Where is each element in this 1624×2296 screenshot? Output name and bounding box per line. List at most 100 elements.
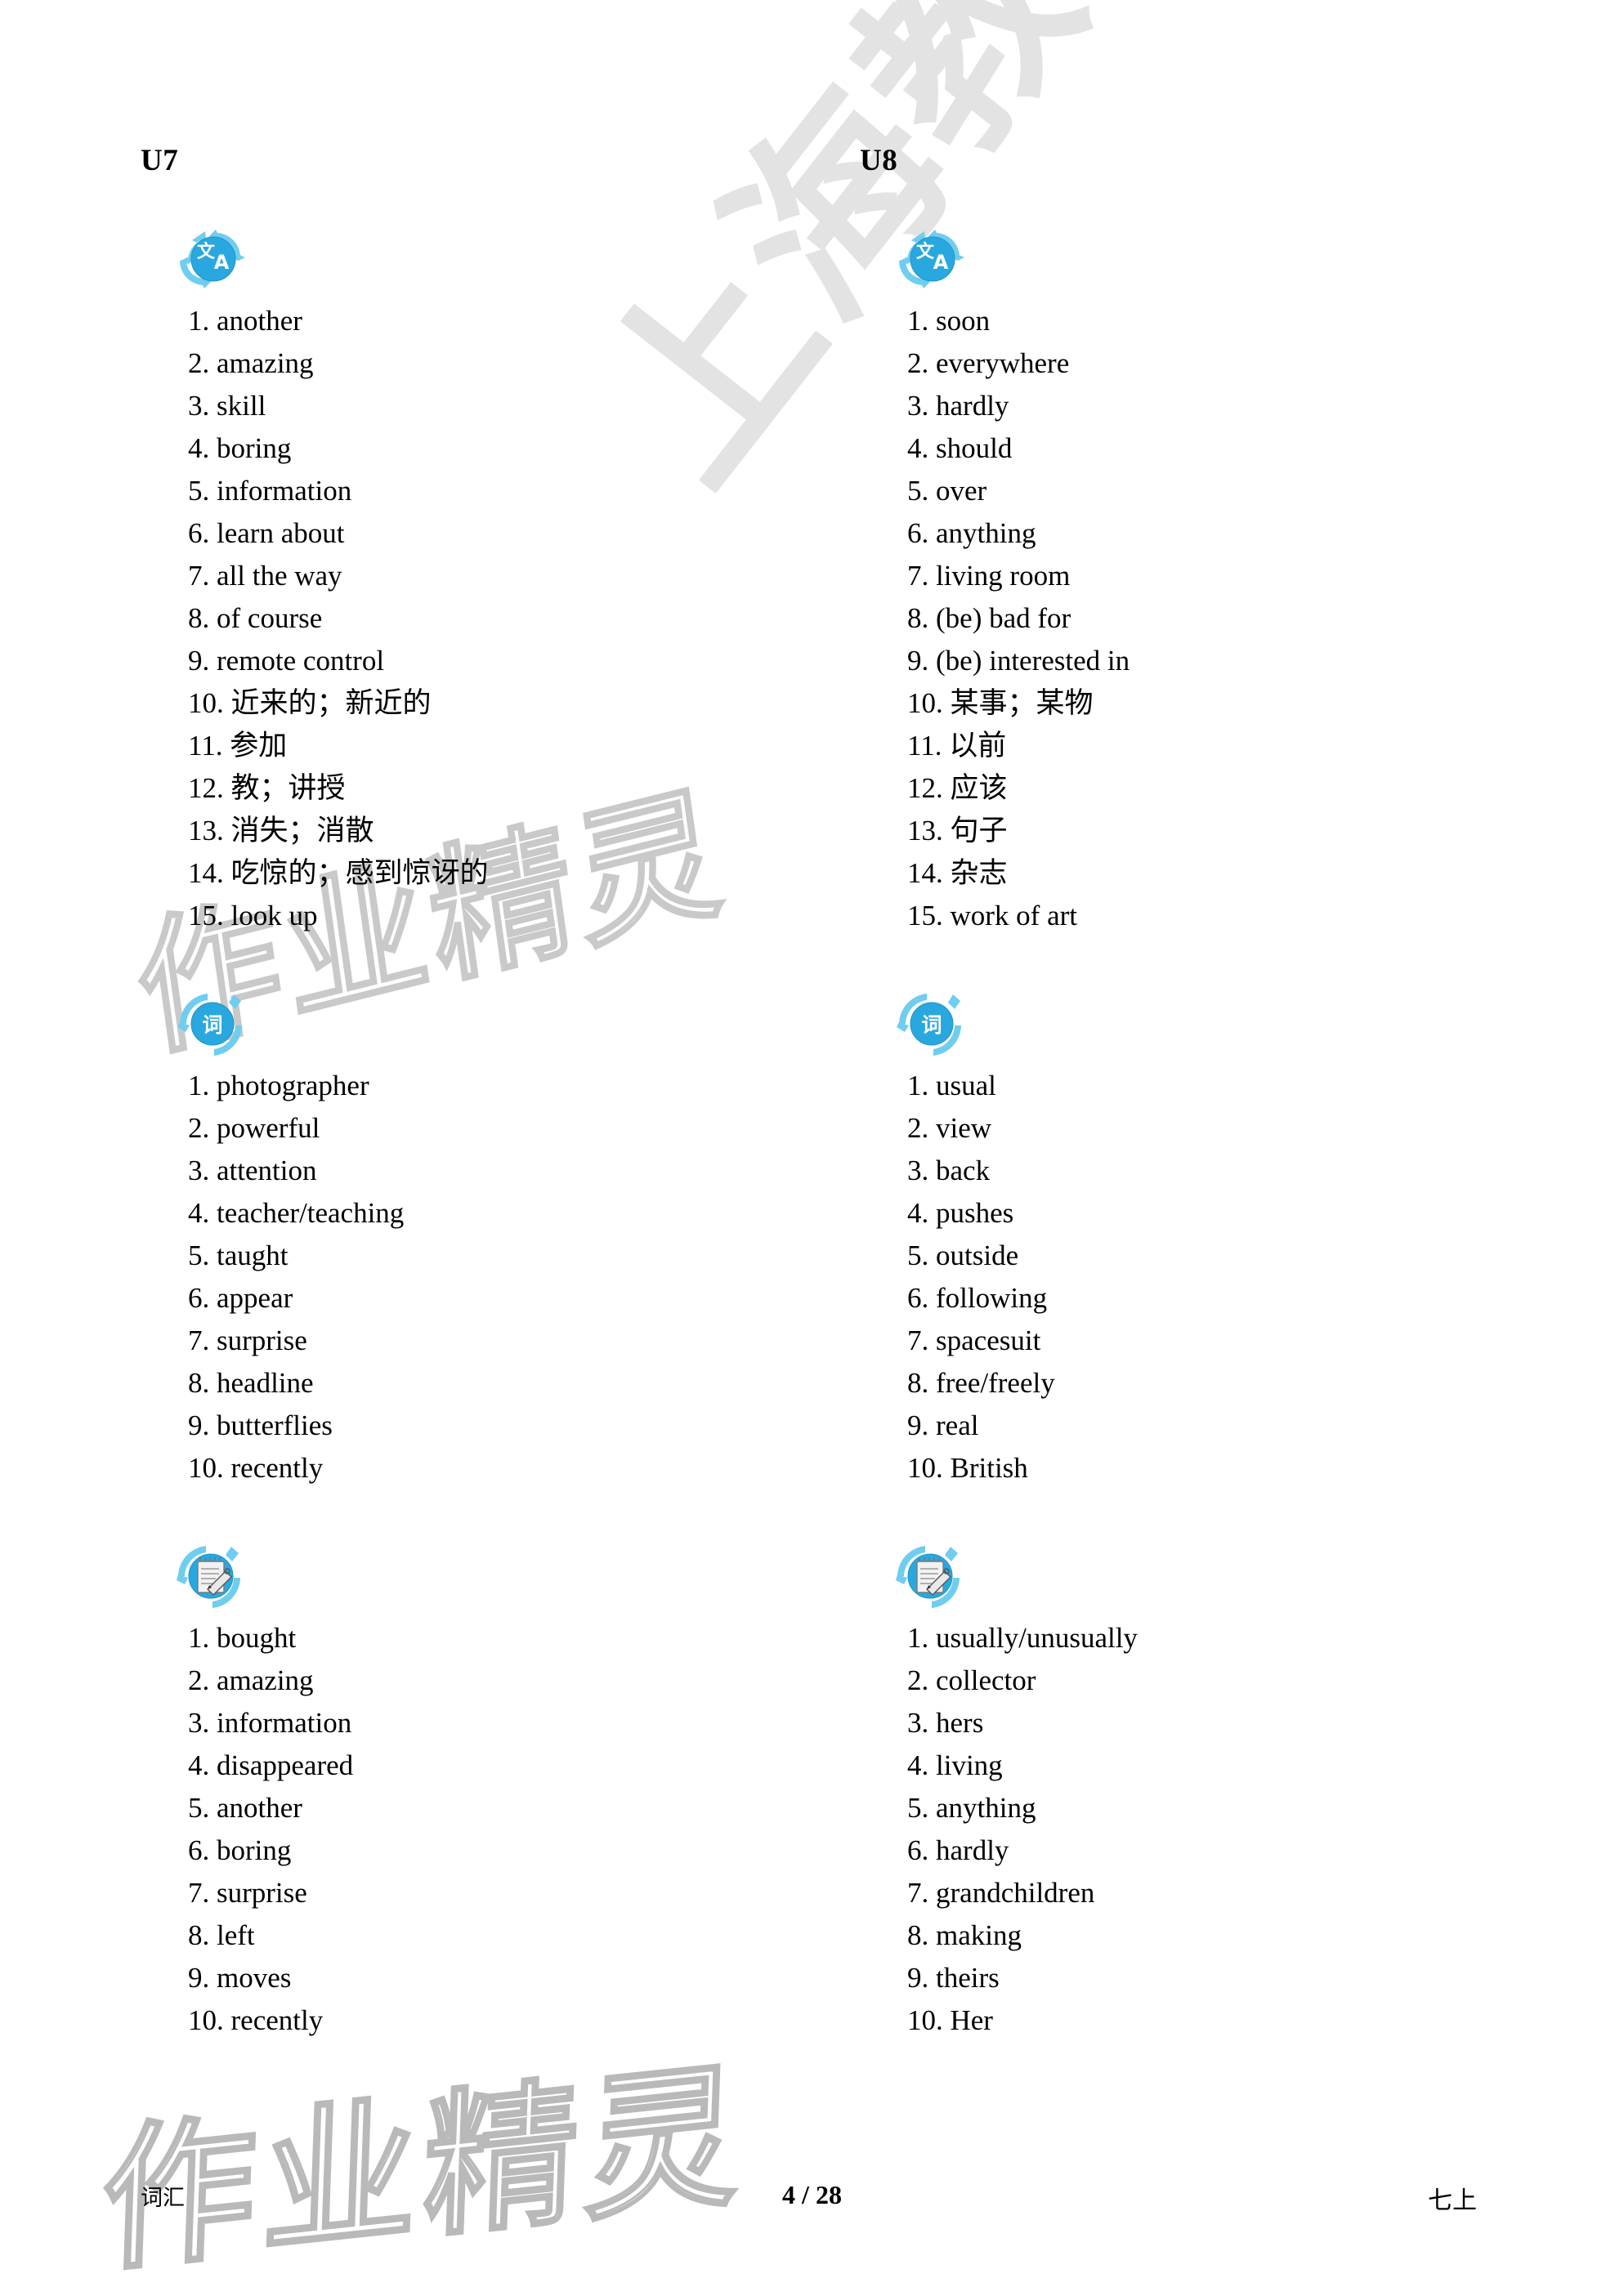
list-item: 5. over xyxy=(907,475,987,507)
word-list: 1. usual 2. view 3. back 4. pushes 5. ou… xyxy=(907,1068,1546,1493)
word-list: 1. another 2. amazing 3. skill 4. boring… xyxy=(188,303,827,940)
column-u8: U8 文 A 1. soon 2. everywhere 3. hardly 4… xyxy=(860,145,1546,2045)
list-item: 6. appear xyxy=(188,1282,293,1314)
list-item: 3. hardly xyxy=(907,390,1009,422)
word-icon: 词 xyxy=(896,989,971,1058)
list-item: 1. another xyxy=(188,305,302,337)
list-item: 5. anything xyxy=(907,1792,1036,1824)
list-item: 6. following xyxy=(907,1282,1048,1314)
list-item: 8. (be) bad for xyxy=(907,602,1071,634)
translate-icon: 文 A xyxy=(177,225,252,293)
list-item: 2. amazing xyxy=(188,347,314,379)
list-item: 5. taught xyxy=(188,1240,289,1271)
list-item: 4. pushes xyxy=(907,1197,1014,1229)
list-item: 2. amazing xyxy=(188,1664,314,1696)
list-item: 7. surprise xyxy=(188,1877,307,1909)
section-u7-translate: 文 A 1. another 2. amazing 3. skill 4. bo… xyxy=(141,223,827,940)
column-u7: U7 文 A 1. another 2. amazing 3. skill 4.… xyxy=(141,145,827,2045)
section-u7-word: 词 1. photographer 2. powerful 3. attenti… xyxy=(141,988,827,1493)
list-item: 8. left xyxy=(188,1919,255,1951)
svg-text:文: 文 xyxy=(197,241,216,262)
list-item: 8. free/freely xyxy=(907,1367,1055,1399)
list-item: 4. teacher/teaching xyxy=(188,1197,405,1229)
list-item: 15. work of art xyxy=(907,900,1078,931)
list-item: 14. 吃惊的；感到惊讶的 xyxy=(188,857,489,889)
list-item: 3. attention xyxy=(188,1155,317,1186)
list-item: 8. headline xyxy=(188,1367,314,1399)
list-item: 7. living room xyxy=(907,560,1071,592)
footer-grade-label: 七上 xyxy=(1428,2187,1477,2215)
icon-row: 文 A xyxy=(896,223,1546,295)
list-item: 5. another xyxy=(188,1792,302,1824)
worksheet-page: 上海教育出版社 作业精灵 作业精灵 U7 xyxy=(0,0,1624,2296)
page-footer: 词汇 4 / 28 七上 xyxy=(0,2180,1624,2219)
section-u8-writing: 1. usually/unusually 2. collector 3. her… xyxy=(860,1540,1546,2045)
list-item: 10. 近来的；新近的 xyxy=(188,687,432,719)
word-list: 1. soon 2. everywhere 3. hardly 4. shoul… xyxy=(907,303,1546,940)
list-item: 9. moves xyxy=(188,1962,292,1994)
list-item: 6. anything xyxy=(907,517,1036,549)
list-item: 4. should xyxy=(907,432,1013,464)
translate-icon: 文 A xyxy=(896,225,971,293)
list-item: 4. disappeared xyxy=(188,1749,354,1781)
list-item: 3. information xyxy=(188,1707,352,1739)
list-item: 11. 参加 xyxy=(188,730,288,762)
svg-text:A: A xyxy=(214,251,230,274)
list-item: 8. making xyxy=(907,1919,1022,1951)
list-item: 6. boring xyxy=(188,1834,292,1866)
list-item: 3. skill xyxy=(188,390,266,422)
list-item: 5. outside xyxy=(907,1240,1019,1271)
list-item: 13. 消失；消散 xyxy=(188,815,374,846)
list-item: 4. boring xyxy=(188,432,292,464)
list-item: 10. recently xyxy=(188,1452,324,1484)
columns-container: U7 文 A 1. another 2. amazing 3. skill 4.… xyxy=(141,145,1501,2045)
icon-row: 文 A xyxy=(177,223,827,295)
list-item: 10. recently xyxy=(188,2004,324,2036)
page-content: U7 文 A 1. another 2. amazing 3. skill 4.… xyxy=(0,0,1624,2045)
section-u7-writing: 1. bought 2. amazing 3. information 4. d… xyxy=(141,1540,827,2045)
section-u8-word: 词 1. usual 2. view 3. back 4. pushes 5. … xyxy=(860,988,1546,1493)
list-item: 9. theirs xyxy=(907,1962,1000,1994)
list-item: 11. 以前 xyxy=(907,730,1007,762)
section-u8-translate: 文 A 1. soon 2. everywhere 3. hardly 4. s… xyxy=(860,223,1546,940)
list-item: 10. Her xyxy=(907,2004,993,2036)
list-item: 7. grandchildren xyxy=(907,1877,1095,1909)
word-list: 1. bought 2. amazing 3. information 4. d… xyxy=(188,1620,827,2045)
brand-watermark-footer: 作业精灵 xyxy=(97,2043,749,2295)
icon-row: 词 xyxy=(177,988,827,1060)
svg-text:A: A xyxy=(933,251,949,274)
svg-text:文: 文 xyxy=(916,241,935,262)
list-item: 7. all the way xyxy=(188,560,342,592)
unit-title-u7: U7 xyxy=(141,144,179,177)
list-item: 2. view xyxy=(907,1112,992,1144)
list-item: 9. remote control xyxy=(188,645,385,677)
list-item: 6. hardly xyxy=(907,1834,1009,1866)
list-item: 3. hers xyxy=(907,1707,984,1739)
list-item: 2. everywhere xyxy=(907,347,1070,379)
list-item: 9. (be) interested in xyxy=(907,645,1130,677)
list-item: 4. living xyxy=(907,1749,1003,1781)
list-item: 8. of course xyxy=(188,602,323,634)
svg-text:词: 词 xyxy=(202,1013,222,1037)
list-item: 7. surprise xyxy=(188,1324,307,1356)
list-item: 12. 教；讲授 xyxy=(188,772,346,804)
svg-text:词: 词 xyxy=(921,1013,942,1037)
list-item: 13. 句子 xyxy=(907,815,1008,846)
list-item: 12. 应该 xyxy=(907,772,1008,804)
list-item: 14. 杂志 xyxy=(907,857,1008,889)
unit-title-u8: U8 xyxy=(860,144,898,177)
word-icon: 词 xyxy=(177,989,252,1058)
icon-row xyxy=(177,1540,827,1612)
list-item: 7. spacesuit xyxy=(907,1324,1041,1356)
list-item: 1. soon xyxy=(907,305,991,337)
list-item: 3. back xyxy=(907,1155,991,1186)
list-item: 1. usual xyxy=(907,1070,996,1101)
icon-row xyxy=(896,1540,1546,1612)
list-item: 2. powerful xyxy=(188,1112,320,1144)
page-number: 4 / 28 xyxy=(782,2180,842,2209)
list-item: 15. look up xyxy=(188,900,318,931)
word-list: 1. usually/unusually 2. collector 3. her… xyxy=(907,1620,1546,2045)
icon-row: 词 xyxy=(896,988,1546,1060)
notepad-pencil-icon xyxy=(896,1542,971,1610)
list-item: 10. British xyxy=(907,1452,1028,1484)
